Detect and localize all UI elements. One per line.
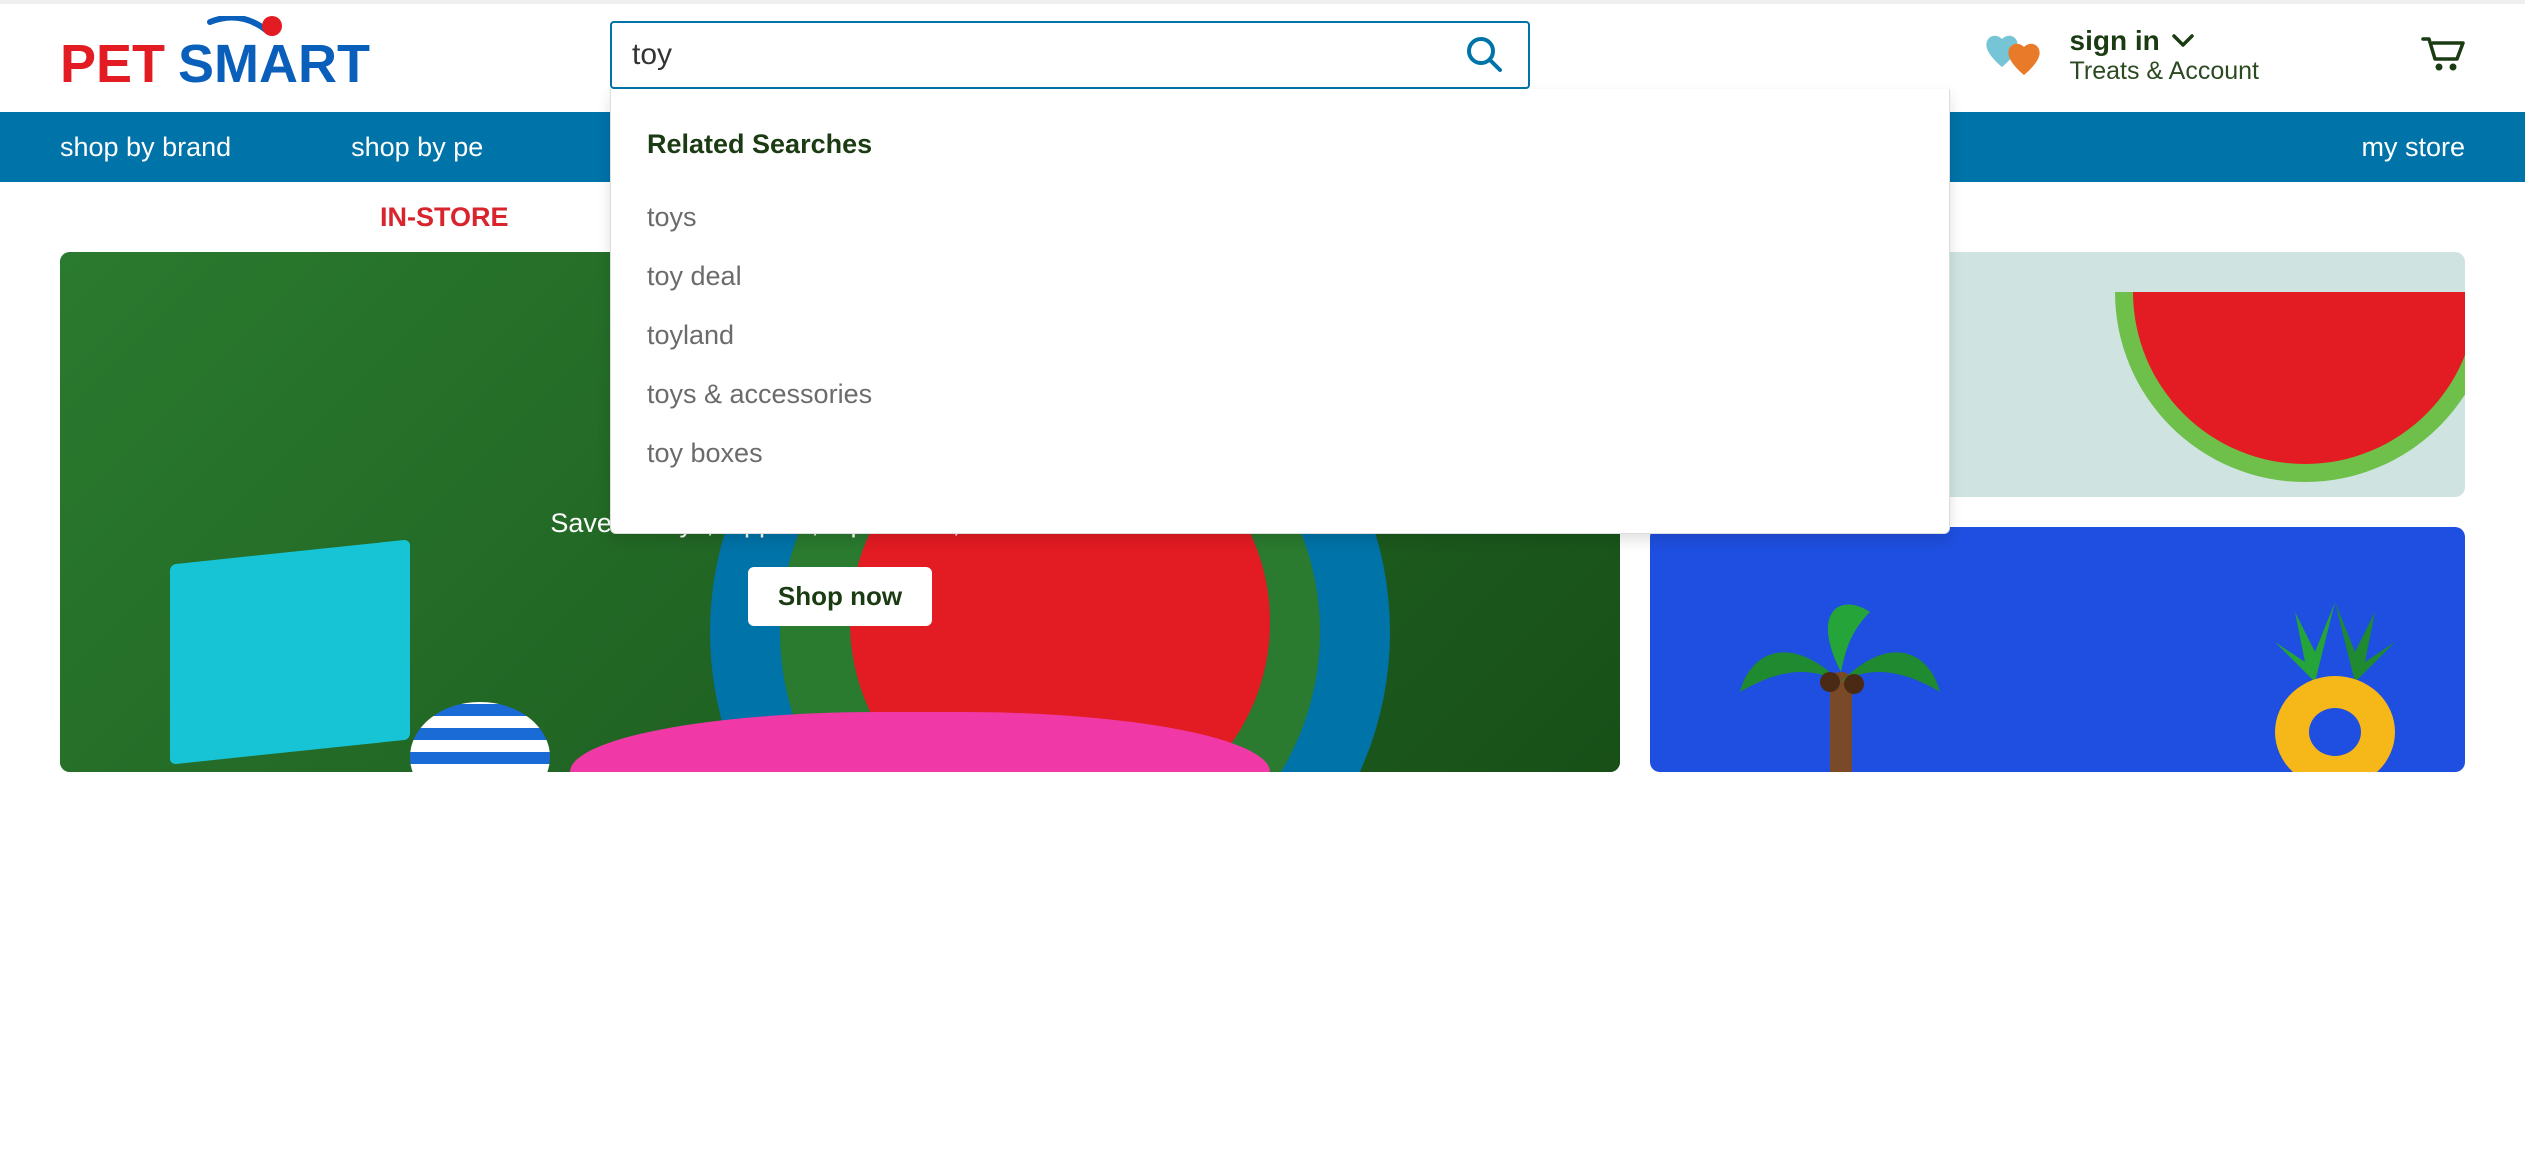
in-store-label: IN-STORE: [380, 202, 509, 233]
nav-shop-by-pet[interactable]: shop by pe: [351, 132, 483, 163]
search-container: Related Searches toys toy deal toyland t…: [610, 21, 1530, 89]
autocomplete-heading: Related Searches: [647, 129, 1913, 160]
autocomplete-item[interactable]: toy deal: [647, 247, 1913, 306]
chevron-down-icon: [2172, 34, 2194, 48]
decor-beach-chair: [170, 539, 410, 764]
search-input[interactable]: [632, 38, 1460, 72]
nav-shop-by-brand[interactable]: shop by brand: [60, 132, 231, 163]
logo-smart: SMART: [178, 34, 370, 94]
account-block[interactable]: sign in Treats & Account: [1984, 25, 2259, 86]
cart-button[interactable]: [2419, 33, 2465, 78]
search-autocomplete-dropdown: Related Searches toys toy deal toyland t…: [610, 89, 1950, 534]
search-button[interactable]: [1460, 34, 1508, 77]
nav-my-store[interactable]: my store: [2361, 132, 2465, 163]
site-header: PET SMART Related Searches toys toy deal…: [0, 4, 2525, 112]
promo-tile-tropical[interactable]: [1650, 527, 2465, 772]
watermelon-toy-icon: [2115, 292, 2465, 482]
autocomplete-item[interactable]: toys: [647, 188, 1913, 247]
shop-now-button[interactable]: Shop now: [748, 567, 932, 626]
autocomplete-item[interactable]: toy boxes: [647, 424, 1913, 483]
petsmart-logo[interactable]: PET SMART: [60, 16, 410, 94]
autocomplete-item[interactable]: toyland: [647, 306, 1913, 365]
palm-tree-icon: [1730, 572, 1950, 772]
autocomplete-item[interactable]: toys & accessories: [647, 365, 1913, 424]
cart-icon: [2419, 33, 2465, 73]
search-icon: [1464, 34, 1504, 74]
logo-pet: PET: [60, 34, 165, 94]
treats-hearts-icon: [1984, 31, 2054, 79]
search-box: [610, 21, 1530, 89]
sign-in-link[interactable]: sign in: [2070, 25, 2160, 57]
pineapple-toy-icon: [2245, 592, 2425, 772]
header-right: sign in Treats & Account: [1984, 25, 2465, 86]
treats-account-label: Treats & Account: [2070, 57, 2259, 86]
